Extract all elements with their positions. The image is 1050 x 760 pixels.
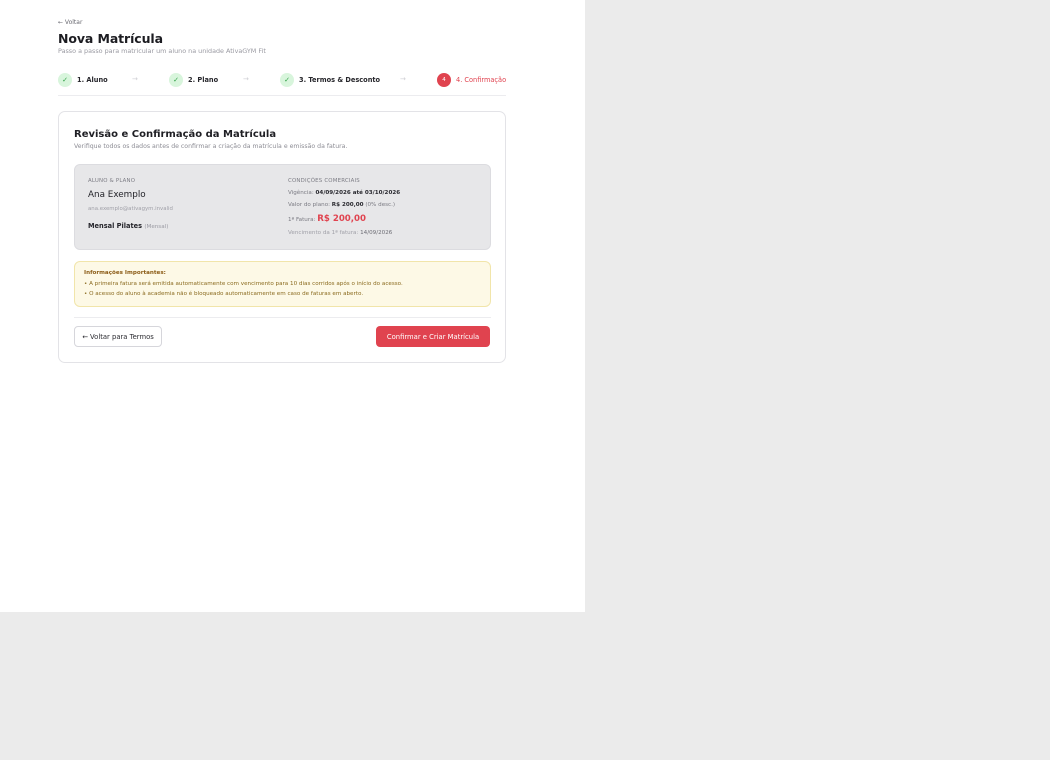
plan-value-label: Valor do plano: (288, 202, 331, 208)
review-card: Revisão e Confirmação da Matrícula Verif… (58, 111, 506, 363)
plan-value: R$ 200,00 (331, 202, 364, 208)
plan-name-text: Mensal Pilates (88, 222, 143, 230)
plan-discount: (0% desc.) (365, 202, 396, 208)
arrow-right-icon: → (132, 75, 138, 83)
validity-row: Vigência: 04/09/2026 até 03/10/2026 (288, 190, 400, 196)
student-name: Ana Exemplo (88, 190, 146, 200)
arrow-right-icon: → (243, 75, 249, 83)
due-label: Vencimento da 1ª fatura: (288, 230, 359, 236)
summary-box: ALUNO & PLANO Ana Exemplo ana.exemplo@at… (74, 164, 491, 250)
validity-label: Vigência: (288, 190, 314, 196)
back-to-terms-button[interactable]: ← Voltar para Termos (74, 326, 162, 347)
plan-period: (Mensal) (144, 224, 169, 230)
page: ← Voltar Nova Matrícula Passo a passo pa… (0, 0, 585, 612)
step-label: 1. Aluno (77, 76, 108, 84)
card-subtitle: Verifique todos os dados antes de confir… (74, 143, 348, 150)
notice-title: Informações Importantes: (84, 270, 166, 276)
notice-item: • A primeira fatura será emitida automat… (84, 281, 403, 287)
step-label: 2. Plano (188, 76, 219, 84)
step-label: 4. Confirmação (456, 76, 507, 84)
arrow-right-icon: → (400, 75, 406, 83)
student-email: ana.exemplo@ativagym.invalid (88, 206, 173, 212)
student-plan-heading: ALUNO & PLANO (88, 178, 136, 184)
step-aluno[interactable]: ✓ 1. Aluno (58, 72, 108, 88)
actions-divider (74, 317, 491, 318)
step-number-badge: 4 (437, 73, 451, 87)
plan-name: Mensal Pilates (Mensal) (88, 222, 168, 230)
confirm-enrollment-button[interactable]: Confirmar e Criar Matrícula (376, 326, 490, 347)
stepper-divider (58, 95, 506, 96)
step-label: 3. Termos & Desconto (299, 76, 381, 84)
page-title: Nova Matrícula (58, 31, 163, 46)
first-invoice-value: R$ 200,00 (317, 214, 367, 224)
check-icon: ✓ (169, 73, 183, 87)
card-title: Revisão e Confirmação da Matrícula (74, 129, 277, 140)
check-icon: ✓ (280, 73, 294, 87)
step-confirmacao[interactable]: 4 4. Confirmação (437, 72, 506, 88)
due-value: 14/09/2026 (360, 230, 393, 236)
first-invoice-label: 1ª Fatura: (288, 217, 316, 223)
validity-value: 04/09/2026 até 03/10/2026 (315, 190, 401, 196)
check-icon: ✓ (58, 73, 72, 87)
step-plano[interactable]: ✓ 2. Plano (169, 72, 218, 88)
important-notice: Informações Importantes: • A primeira fa… (74, 261, 491, 307)
stepper: ✓ 1. Aluno → ✓ 2. Plano → ✓ 3. Termos & … (58, 72, 506, 88)
step-termos[interactable]: ✓ 3. Termos & Desconto (280, 72, 380, 88)
page-subtitle: Passo a passo para matricular um aluno n… (58, 47, 266, 55)
due-date-row: Vencimento da 1ª fatura: 14/09/2026 (288, 230, 392, 236)
back-link[interactable]: ← Voltar (58, 19, 82, 26)
commercial-heading: CONDIÇÕES COMERCIAIS (288, 178, 360, 184)
plan-value-row: Valor do plano: R$ 200,00 (0% desc.) (288, 202, 395, 208)
first-invoice-row: 1ª Fatura: R$ 200,00 (288, 214, 366, 224)
notice-item: • O acesso do aluno à academia não é blo… (84, 291, 364, 297)
